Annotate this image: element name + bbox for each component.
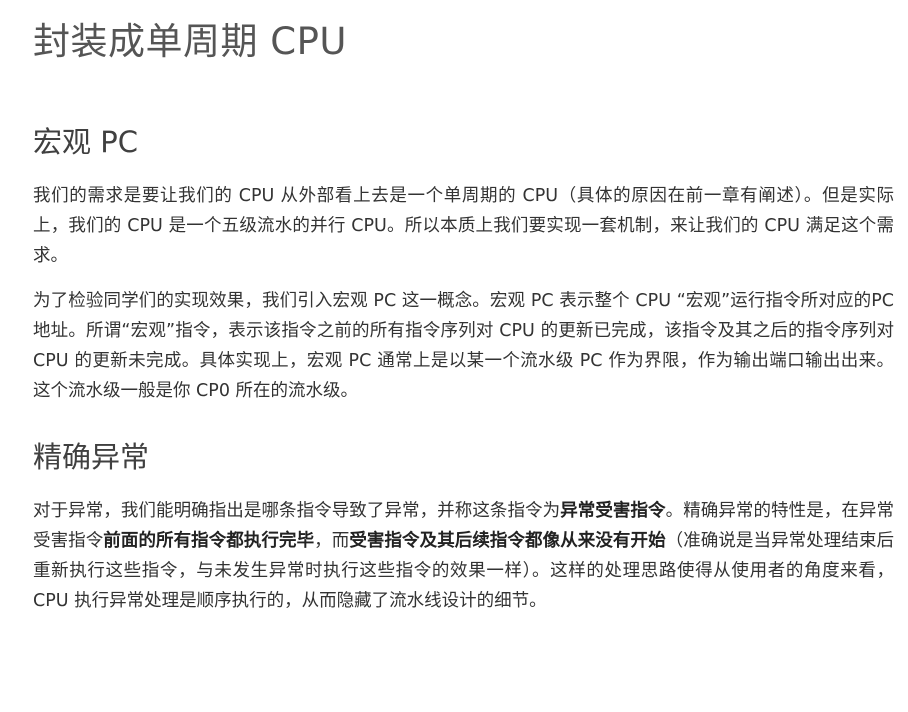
page-title: 封装成单周期 CPU (33, 20, 347, 63)
bold-phrase-never-started: 受害指令及其后续指令都像从来没有开始 (349, 531, 666, 551)
bold-phrase-prior-complete: 前面的所有指令都执行完毕 (103, 531, 315, 551)
paragraph-macro-pc-2: 为了检验同学们的实现效果，我们引入宏观 PC 这一概念。宏观 PC 表示整个 C… (33, 291, 894, 401)
paragraph-precise-exception: 对于异常，我们能明确指出是哪条指令导致了异常，并称这条指令为异常受害指令。精确异… (33, 496, 894, 616)
bold-term-victim-instruction: 异常受害指令 (560, 501, 666, 521)
paragraph-macro-pc-1: 我们的需求是要让我们的 CPU 从外部看上去是一个单周期的 CPU（具体的原因在… (33, 186, 894, 266)
text-span: ，而 (314, 531, 350, 551)
text-span: 对于异常，我们能明确指出是哪条指令导致了异常，并称这条指令为 (33, 501, 561, 521)
section-heading-precise-exception: 精确异常 (33, 440, 150, 474)
section-heading-macro-pc: 宏观 PC (33, 125, 138, 159)
document-page: 封装成单周期 CPU 宏观 PC 我们的需求是要让我们的 CPU 从外部看上去是… (0, 0, 908, 712)
